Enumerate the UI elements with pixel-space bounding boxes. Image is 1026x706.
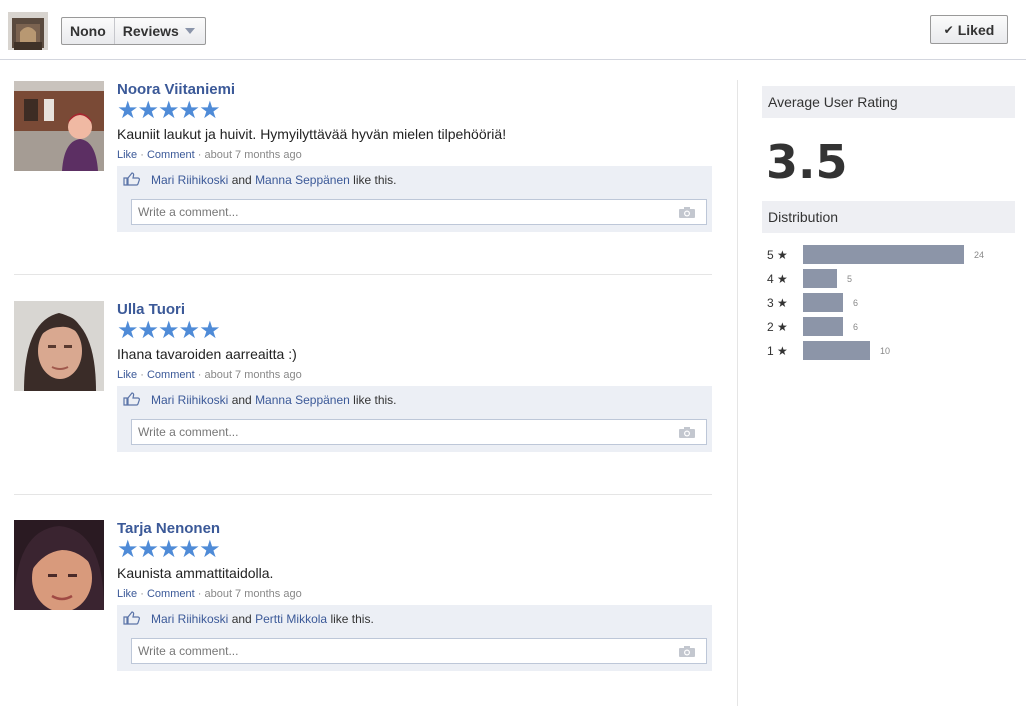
distribution-count: 6: [853, 297, 859, 308]
thumbs-up-icon: [123, 171, 143, 189]
camera-icon[interactable]: [678, 206, 696, 219]
review-text: Kaunista ammattitaidolla.: [117, 565, 274, 581]
liked-label: Liked: [957, 21, 995, 38]
chevron-down-icon: [184, 28, 195, 34]
distribution-count: 10: [880, 345, 891, 356]
review-body: Ulla Tuori ★★★★★ Ihana tavaroiden aarrea…: [117, 301, 712, 452]
average-rating-value: 3.5: [766, 135, 848, 189]
star-rating: ★★★★★: [117, 97, 221, 124]
distribution-bar: [803, 317, 843, 336]
review-meta: Like · Comment · about 7 months ago: [117, 588, 302, 600]
liker-link[interactable]: Pertti Mikkola: [255, 612, 327, 626]
distribution-label: 1 ★: [767, 343, 788, 358]
distribution-row: 1 ★ 10: [767, 341, 890, 360]
camera-icon[interactable]: [678, 426, 696, 439]
liker-link[interactable]: Mari Riihikoski: [151, 612, 228, 626]
distribution-label: 2 ★: [767, 319, 788, 334]
review-body: Tarja Nenonen ★★★★★ Kaunista ammattitaid…: [117, 520, 712, 671]
top-bar: Nono Reviews ✔ Liked: [0, 0, 1026, 60]
star-rating: ★★★★★: [117, 317, 221, 344]
review-meta: Like · Comment · about 7 months ago: [117, 369, 302, 381]
review-meta: Like · Comment · about 7 months ago: [117, 149, 302, 161]
divider: [14, 274, 712, 275]
breadcrumb-page-name[interactable]: Nono: [62, 18, 114, 44]
avatar[interactable]: [14, 301, 104, 391]
likes-box: Mari Riihikoski and Manna Seppänen like …: [117, 386, 712, 414]
distribution-heading: Distribution: [762, 201, 1015, 233]
review-body: Noora Viitaniemi ★★★★★ Kauniit laukut ja…: [117, 81, 712, 232]
avatar[interactable]: [14, 81, 104, 171]
distribution-row: 5 ★ 24: [767, 245, 984, 264]
star-rating: ★★★★★: [117, 536, 221, 563]
distribution-row: 3 ★ 6: [767, 293, 858, 312]
liker-link[interactable]: Manna Seppänen: [255, 173, 350, 187]
distribution-bar: [803, 293, 843, 312]
distribution-row: 2 ★ 6: [767, 317, 858, 336]
avatar[interactable]: [14, 520, 104, 610]
timestamp: about 7 months ago: [204, 369, 302, 381]
comment-link[interactable]: Comment: [147, 369, 195, 381]
comment-input[interactable]: Write a comment...: [131, 638, 707, 664]
average-rating-heading: Average User Rating: [762, 86, 1015, 118]
distribution-bar: [803, 269, 837, 288]
page-thumbnail[interactable]: [8, 12, 48, 50]
distribution-bar: [803, 341, 870, 360]
comment-placeholder: Write a comment...: [138, 425, 239, 439]
like-link[interactable]: Like: [117, 588, 137, 600]
like-link[interactable]: Like: [117, 369, 137, 381]
liked-button[interactable]: ✔ Liked: [930, 15, 1008, 44]
thumbs-up-icon: [123, 610, 143, 628]
checkmark-icon: ✔: [943, 22, 954, 37]
distribution-count: 6: [853, 321, 859, 332]
liker-link[interactable]: Manna Seppänen: [255, 393, 350, 407]
timestamp: about 7 months ago: [204, 588, 302, 600]
thumbs-up-icon: [123, 391, 143, 409]
like-link[interactable]: Like: [117, 149, 137, 161]
camera-icon[interactable]: [678, 645, 696, 658]
comment-link[interactable]: Comment: [147, 149, 195, 161]
sidebar-divider: [737, 80, 738, 706]
review-text: Ihana tavaroiden aarreaitta :): [117, 346, 297, 362]
divider: [14, 494, 712, 495]
distribution-label: 4 ★: [767, 271, 788, 286]
distribution-count: 5: [847, 273, 853, 284]
likes-box: Mari Riihikoski and Pertti Mikkola like …: [117, 605, 712, 633]
distribution-count: 24: [974, 249, 985, 260]
timestamp: about 7 months ago: [204, 149, 302, 161]
distribution-row: 4 ★ 5: [767, 269, 852, 288]
section-label: Reviews: [122, 23, 179, 39]
comment-box: Write a comment...: [117, 414, 712, 452]
breadcrumb: Nono Reviews: [61, 17, 206, 45]
liker-link[interactable]: Mari Riihikoski: [151, 393, 228, 407]
comment-box: Write a comment...: [117, 633, 712, 671]
comment-placeholder: Write a comment...: [138, 205, 239, 219]
section-dropdown[interactable]: Reviews: [113, 18, 205, 44]
comment-input[interactable]: Write a comment...: [131, 419, 707, 445]
comment-box: Write a comment...: [117, 194, 712, 232]
comment-placeholder: Write a comment...: [138, 644, 239, 658]
distribution-bar: [803, 245, 964, 264]
comment-input[interactable]: Write a comment...: [131, 199, 707, 225]
distribution-label: 3 ★: [767, 295, 788, 310]
distribution-label: 5 ★: [767, 247, 788, 262]
comment-link[interactable]: Comment: [147, 588, 195, 600]
liker-link[interactable]: Mari Riihikoski: [151, 173, 228, 187]
likes-box: Mari Riihikoski and Manna Seppänen like …: [117, 166, 712, 194]
review-text: Kauniit laukut ja huivit. Hymyilyttävää …: [117, 126, 507, 142]
